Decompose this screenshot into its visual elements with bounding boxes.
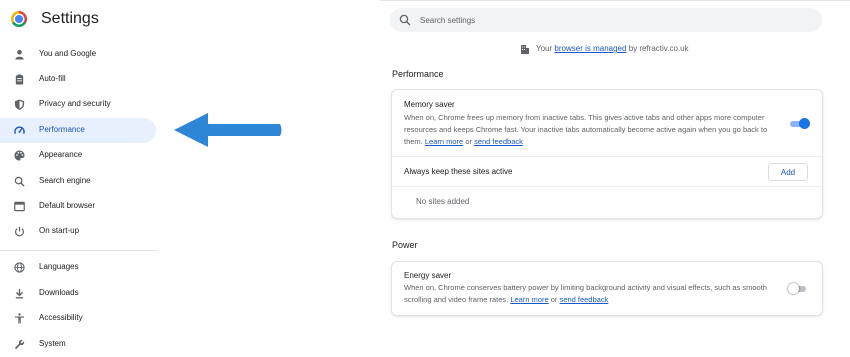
- palette-icon: [14, 150, 25, 161]
- sidebar-item-label: Default browser: [39, 201, 96, 210]
- energy-saver-learn-more-link[interactable]: Learn more: [510, 295, 548, 304]
- performance-section-title: Performance: [392, 69, 444, 79]
- performance-card: Memory saver When on, Chrome frees up me…: [392, 90, 822, 218]
- sidebar-item-label: Appearance: [39, 150, 83, 159]
- memory-saver-title: Memory saver: [404, 100, 455, 109]
- toggle-knob: [799, 118, 810, 129]
- shield-icon: [14, 99, 25, 110]
- sidebar-item-you-and-google[interactable]: You and Google: [0, 42, 156, 67]
- search-input[interactable]: [420, 11, 810, 29]
- energy-saver-toggle[interactable]: [788, 283, 808, 295]
- energy-saver-title: Energy saver: [404, 271, 452, 280]
- accessibility-icon: [14, 313, 25, 324]
- memory-saver-send-feedback-link[interactable]: send feedback: [474, 137, 523, 146]
- sidebar-item-label: Search engine: [39, 176, 91, 185]
- search-icon: [14, 176, 25, 187]
- chrome-logo-icon: [11, 11, 27, 27]
- memory-saver-toggle[interactable]: [790, 118, 810, 130]
- sidebar-item-label: Downloads: [39, 288, 79, 297]
- download-icon: [15, 288, 24, 299]
- page-title: Settings: [41, 10, 99, 27]
- search-bar[interactable]: [390, 8, 822, 32]
- memory-saver-learn-more-link[interactable]: Learn more: [425, 137, 463, 146]
- card-divider: [392, 156, 822, 157]
- sidebar-item-privacy-and-security[interactable]: Privacy and security: [0, 92, 156, 117]
- browser-managed-link[interactable]: browser is managed: [554, 44, 626, 53]
- add-site-button[interactable]: Add: [768, 163, 808, 181]
- sidebar-item-search-engine[interactable]: Search engine: [0, 169, 156, 194]
- power-card: Energy saver When on, Chrome conserves b…: [392, 262, 822, 315]
- sidebar-item-on-start-up[interactable]: On start-up: [0, 219, 156, 244]
- energy-saver-or-text: or: [550, 295, 558, 304]
- sidebar-item-label: System: [39, 339, 66, 348]
- sidebar-item-label: Languages: [39, 262, 79, 271]
- sidebar-item-auto-fill[interactable]: Auto-fill: [0, 67, 156, 92]
- memory-saver-description: When on, Chrome frees up memory from ina…: [404, 112, 774, 148]
- no-sites-text: No sites added: [416, 197, 470, 206]
- sidebar-item-label: Accessibility: [39, 313, 83, 322]
- always-active-sites-label: Always keep these sites active: [404, 167, 513, 176]
- energy-saver-send-feedback-link[interactable]: send feedback: [560, 295, 609, 304]
- annotation-arrow-icon: [174, 113, 282, 147]
- energy-saver-description: When on, Chrome conserves battery power …: [404, 282, 774, 306]
- sidebar-item-appearance[interactable]: Appearance: [0, 143, 156, 168]
- clipboard-icon: [15, 74, 24, 85]
- sidebar-item-label: On start-up: [39, 226, 80, 235]
- power-icon: [14, 226, 25, 237]
- sidebar-item-accessibility[interactable]: Accessibility: [0, 306, 156, 331]
- power-section-title: Power: [392, 240, 418, 250]
- header-divider: [380, 0, 850, 1]
- sidebar-divider: [0, 250, 158, 251]
- sidebar-item-default-browser[interactable]: Default browser: [0, 194, 156, 219]
- building-icon: [521, 45, 529, 54]
- toggle-knob: [788, 283, 799, 294]
- memory-saver-or-text: or: [465, 137, 472, 146]
- managed-prefix: Your: [536, 44, 553, 54]
- managed-suffix: by refractiv.co.uk: [628, 44, 689, 54]
- sidebar-item-label: You and Google: [39, 49, 97, 58]
- sidebar-item-label: Privacy and security: [39, 99, 111, 108]
- sidebar-item-label: Performance: [39, 125, 85, 134]
- search-icon: [399, 14, 411, 26]
- wrench-icon: [14, 339, 25, 350]
- sidebar-item-system[interactable]: System: [0, 332, 156, 357]
- globe-icon: [14, 262, 25, 273]
- sidebar-item-label: Auto-fill: [39, 74, 66, 83]
- speedometer-icon: [14, 126, 25, 135]
- sidebar-item-languages[interactable]: Languages: [0, 255, 156, 280]
- card-divider: [392, 186, 822, 187]
- person-icon: [15, 49, 24, 60]
- sidebar-item-performance[interactable]: Performance: [0, 118, 156, 143]
- browser-window-icon: [14, 201, 25, 212]
- managed-notice: Your browser is managed by refractiv.co.…: [520, 44, 689, 54]
- sidebar-item-downloads[interactable]: Downloads: [0, 281, 156, 306]
